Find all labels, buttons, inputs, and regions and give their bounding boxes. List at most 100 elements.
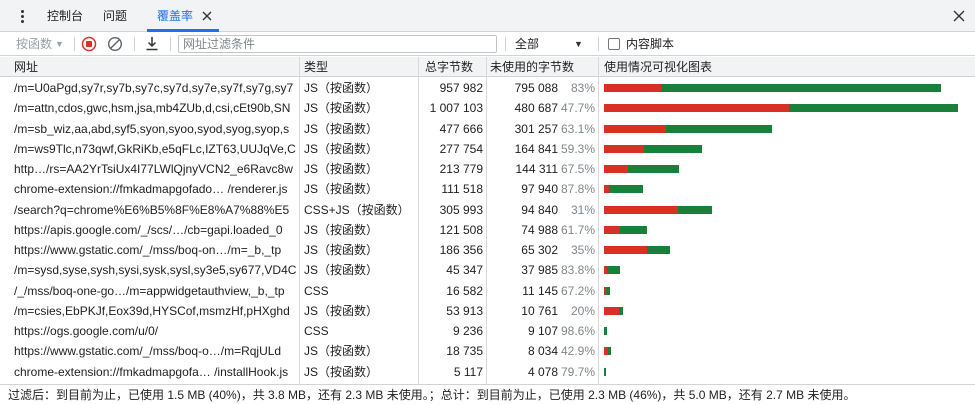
cell-type: JS（按函数） [304,121,379,136]
usage-bar [604,327,608,335]
usage-bar-unused-segment [628,165,680,173]
usage-bar [604,367,606,376]
toolbar-divider [505,37,506,51]
table-row[interactable]: https://ogs.google.com/u/0/CSS 9 236 9 107… [0,321,975,341]
cell-type: JS（按函数） [304,243,379,257]
cell-unused-bytes: 37 985 [521,263,558,278]
cell-url: https://apis.google.com/_/scs/…/cb=gapi.… [14,222,283,237]
cell-unused-bytes: 97 940 [521,182,558,197]
cell-unused-percent: 35% [570,243,595,257]
close-tab-icon[interactable] [200,9,214,23]
cell-unused-percent: 87.8% [560,182,595,197]
cell-total-bytes: 5 117 [453,364,483,379]
cell-total-bytes: 16 582 [446,283,483,298]
cell-unused-percent: 31% [570,202,595,217]
export-download-icon[interactable] [144,35,160,52]
cell-type: CSS+JS（按函数） [304,202,410,217]
cell-unused-percent: 59.3% [560,141,595,156]
cell-type: JS（按函数） [304,141,379,156]
cell-unused-bytes: 8 034 [527,344,558,359]
usage-bar-unused-segment [661,84,941,92]
cell-unused-bytes: 9 107 [527,324,558,338]
usage-bar [604,266,620,275]
coverage-mode-select[interactable]: 按函数 ▼ [16,32,64,56]
cell-unused-bytes: 4 078 [527,364,558,379]
table-row[interactable]: chrome-extension://fmkadmapgofa… /instal… [0,362,975,382]
cell-type: JS（按函数） [304,364,379,379]
tab-coverage[interactable]: 覆盖率 [157,0,193,32]
cell-url: /m=attn,cdos,gwc,hsm,jsa,mb4ZUb,d,csi,cE… [14,101,291,116]
cell-total-bytes: 305 993 [439,202,483,217]
cell-type: JS（按函数） [304,101,379,116]
tab-console[interactable]: 控制台 [47,0,83,32]
table-row[interactable]: /m=sysd,syse,sysh,sysi,sysk,sysl,sy3e5,s… [0,260,975,280]
cell-unused-bytes: 164 841 [514,141,558,156]
cell-total-bytes: 111 518 [441,182,483,197]
column-header-type[interactable]: 类型 [304,57,328,77]
coverage-mode-label: 按函数 [16,37,53,51]
tab-issues[interactable]: 问题 [103,0,127,32]
cell-type: JS（按函数） [304,344,379,359]
usage-bar-used-segment [604,124,666,133]
cell-unused-bytes: 74 988 [521,222,558,237]
cell-unused-bytes: 10 761 [521,303,558,318]
cell-unused-bytes: 11 145 [522,283,558,298]
cell-unused-percent: 63.1% [560,121,595,136]
table-row[interactable]: https://www.gstatic.com/_/mss/boq-on…/m=… [0,240,975,260]
table-row[interactable]: /m=sb_wiz,aa,abd,syf5,syon,syoo,syod,syo… [0,119,975,139]
table-row[interactable]: http…/rs=AA2YrTsiUx4I77LWlQjnyVCN2_e6Rav… [0,159,975,179]
cell-total-bytes: 277 754 [439,141,483,156]
cell-unused-percent: 98.6% [560,324,595,338]
close-drawer-icon[interactable] [952,9,966,23]
column-header-usage-visualization[interactable]: 使用情况可视化图表 [604,57,712,77]
cell-type: JS（按函数） [304,263,379,278]
cell-url: /_/mss/boq-one-go…/m=appwidgetauthview,_… [14,283,285,298]
toolbar-divider [170,37,171,51]
cell-unused-bytes: 301 257 [514,121,558,136]
table-row[interactable]: /m=csies,EbPKJf,Eox39d,HYSCof,msmzHf,pHX… [0,301,975,321]
cell-type: JS（按函数） [304,303,379,318]
usage-bar-unused-segment [604,367,606,376]
cell-url: /m=csies,EbPKJf,Eox39d,HYSCof,msmzHf,pHX… [14,303,290,318]
content-scripts-checkbox[interactable] [608,38,620,50]
content-type-select[interactable]: 全部 [515,32,539,56]
usage-bar [604,144,702,153]
table-row[interactable]: /_/mss/boq-one-go…/m=appwidgetauthview,_… [0,281,975,301]
url-filter-input[interactable] [178,35,497,53]
more-options-icon[interactable] [14,8,30,24]
column-header-total-bytes[interactable]: 总字节数 [425,57,473,77]
usage-bar-used-segment [604,225,621,234]
cell-url: https://www.gstatic.com/_/mss/boq-on…/m=… [14,243,282,257]
usage-bar-used-segment [604,104,790,113]
table-row[interactable]: /m=U0aPgd,sy7r,sy7b,sy7c,sy7d,sy7e,sy7f,… [0,78,975,98]
coverage-table: 网址 类型 总字节数 未使用的字节数 使用情况可视化图表 /m=U0aPgd,s… [0,57,975,384]
cell-unused-bytes: 65 302 [521,243,558,257]
cell-unused-percent: 42.9% [560,344,595,359]
table-row[interactable]: https://apis.google.com/_/scs/…/cb=gapi.… [0,220,975,240]
table-row[interactable]: /m=ws9Tlc,n73qwf,GkRiKb,e5qFLc,IZT63,UUJ… [0,139,975,159]
clear-icon[interactable] [107,36,123,52]
cell-total-bytes: 18 735 [446,344,483,359]
content-scripts-label: 内容脚本 [626,37,675,51]
cell-type: JS（按函数） [304,81,379,95]
table-row[interactable]: /search?q=chrome%E6%B5%8F%E8%A7%88%E5 CSS… [0,200,975,220]
cell-unused-percent: 61.7% [560,222,595,237]
table-row[interactable]: /m=attn,cdos,gwc,hsm,jsa,mb4ZUb,d,csi,cE… [0,98,975,118]
column-header-unused-bytes[interactable]: 未使用的字节数 [490,57,574,77]
cell-total-bytes: 45 347 [446,263,483,278]
table-row[interactable]: https://www.gstatic.com/_/mss/boq-o…/m=R… [0,341,975,361]
usage-bar-unused-segment [607,347,611,356]
usage-bar [604,205,712,214]
chevron-down-icon[interactable]: ▼ [574,32,583,56]
coverage-toolbar: 按函数▼ 全部 ▼ 内容脚本 [0,32,975,56]
usage-bar-used-segment [604,246,647,254]
table-body: /m=U0aPgd,sy7r,sy7b,sy7c,sy7d,sy7e,sy7f,… [0,78,975,382]
stop-recording-icon[interactable] [81,36,97,52]
cell-unused-bytes: 480 687 [514,101,558,116]
column-header-url[interactable]: 网址 [14,57,38,77]
usage-bar-unused-segment [604,327,608,335]
usage-bar-unused-segment [620,225,647,234]
usage-bar [604,225,647,234]
table-row[interactable]: chrome-extension://fmkadmapgofado… /rend… [0,179,975,199]
cell-unused-percent: 20% [570,303,595,318]
